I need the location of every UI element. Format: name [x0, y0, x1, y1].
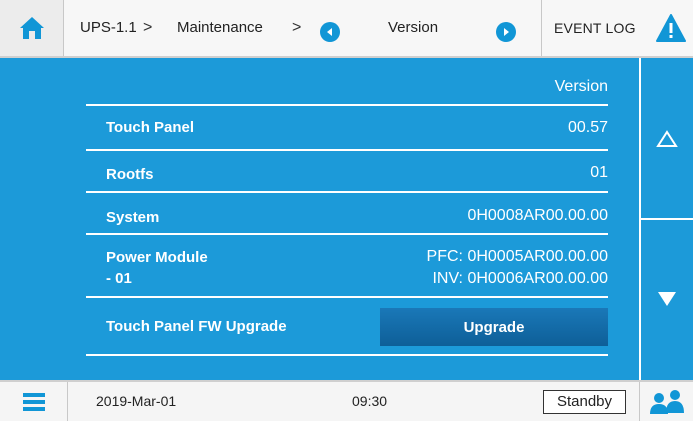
breadcrumb-separator: >: [292, 19, 302, 36]
system-label: System: [106, 209, 160, 226]
system-version: 0H0008AR00.00.00: [467, 207, 608, 224]
chevron-left-circle-icon: [327, 28, 332, 36]
divider: [86, 354, 608, 356]
upgrade-button[interactable]: Upgrade: [380, 308, 608, 346]
inv-version: INV: 0H0006AR00.00.00: [432, 270, 608, 287]
user-button[interactable]: [639, 382, 693, 421]
top-bar: UPS-1.1 > Maintenance > Version EVENT LO…: [0, 0, 693, 58]
power-module-index: - 01: [106, 270, 132, 287]
scroll-down-button[interactable]: [641, 220, 693, 380]
divider: [86, 149, 608, 151]
page-title: Version: [388, 19, 439, 36]
status-badge: Standby: [543, 390, 626, 414]
menu-button[interactable]: [0, 382, 68, 421]
breadcrumb-maintenance[interactable]: Maintenance: [177, 0, 263, 56]
divider: [86, 296, 608, 298]
power-module-label: Power Module: [106, 249, 208, 266]
event-log-button[interactable]: EVENT LOG: [541, 0, 693, 56]
divider: [86, 104, 608, 106]
home-icon: [19, 17, 44, 39]
divider: [86, 191, 608, 193]
touch-panel-version: 00.57: [567, 119, 608, 136]
fw-upgrade-label: Touch Panel FW Upgrade: [106, 318, 287, 335]
status-bar: 2019-Mar-01 09:30 Standby: [0, 380, 693, 421]
previous-page-button[interactable]: [320, 22, 340, 42]
rootfs-version: 01: [590, 164, 608, 181]
menu-icon: [22, 392, 45, 411]
version-column-header: Version: [554, 78, 608, 95]
version-panel: Version Touch Panel 00.57 Rootfs 01 Syst…: [0, 58, 639, 380]
scroll-panel: [639, 58, 693, 380]
next-page-button[interactable]: [496, 22, 516, 42]
touch-panel-label: Touch Panel: [106, 119, 195, 136]
triangle-down-icon: [658, 292, 676, 306]
status-date: 2019-Mar-01: [96, 393, 177, 409]
pfc-version: PFC: 0H0005AR00.00.00: [426, 248, 608, 265]
home-button[interactable]: [0, 0, 64, 56]
triangle-up-icon: [656, 130, 678, 147]
chevron-right-circle-icon: [504, 28, 509, 36]
status-time: 09:30: [352, 393, 388, 409]
divider: [86, 233, 608, 235]
users-icon: [649, 389, 684, 414]
warning-icon: [656, 14, 686, 42]
breadcrumb-ups[interactable]: UPS-1.1: [80, 0, 137, 56]
rootfs-label: Rootfs: [106, 166, 154, 183]
breadcrumb-separator: >: [143, 19, 153, 36]
event-log-label: EVENT LOG: [554, 20, 636, 36]
scroll-up-button[interactable]: [641, 58, 693, 218]
